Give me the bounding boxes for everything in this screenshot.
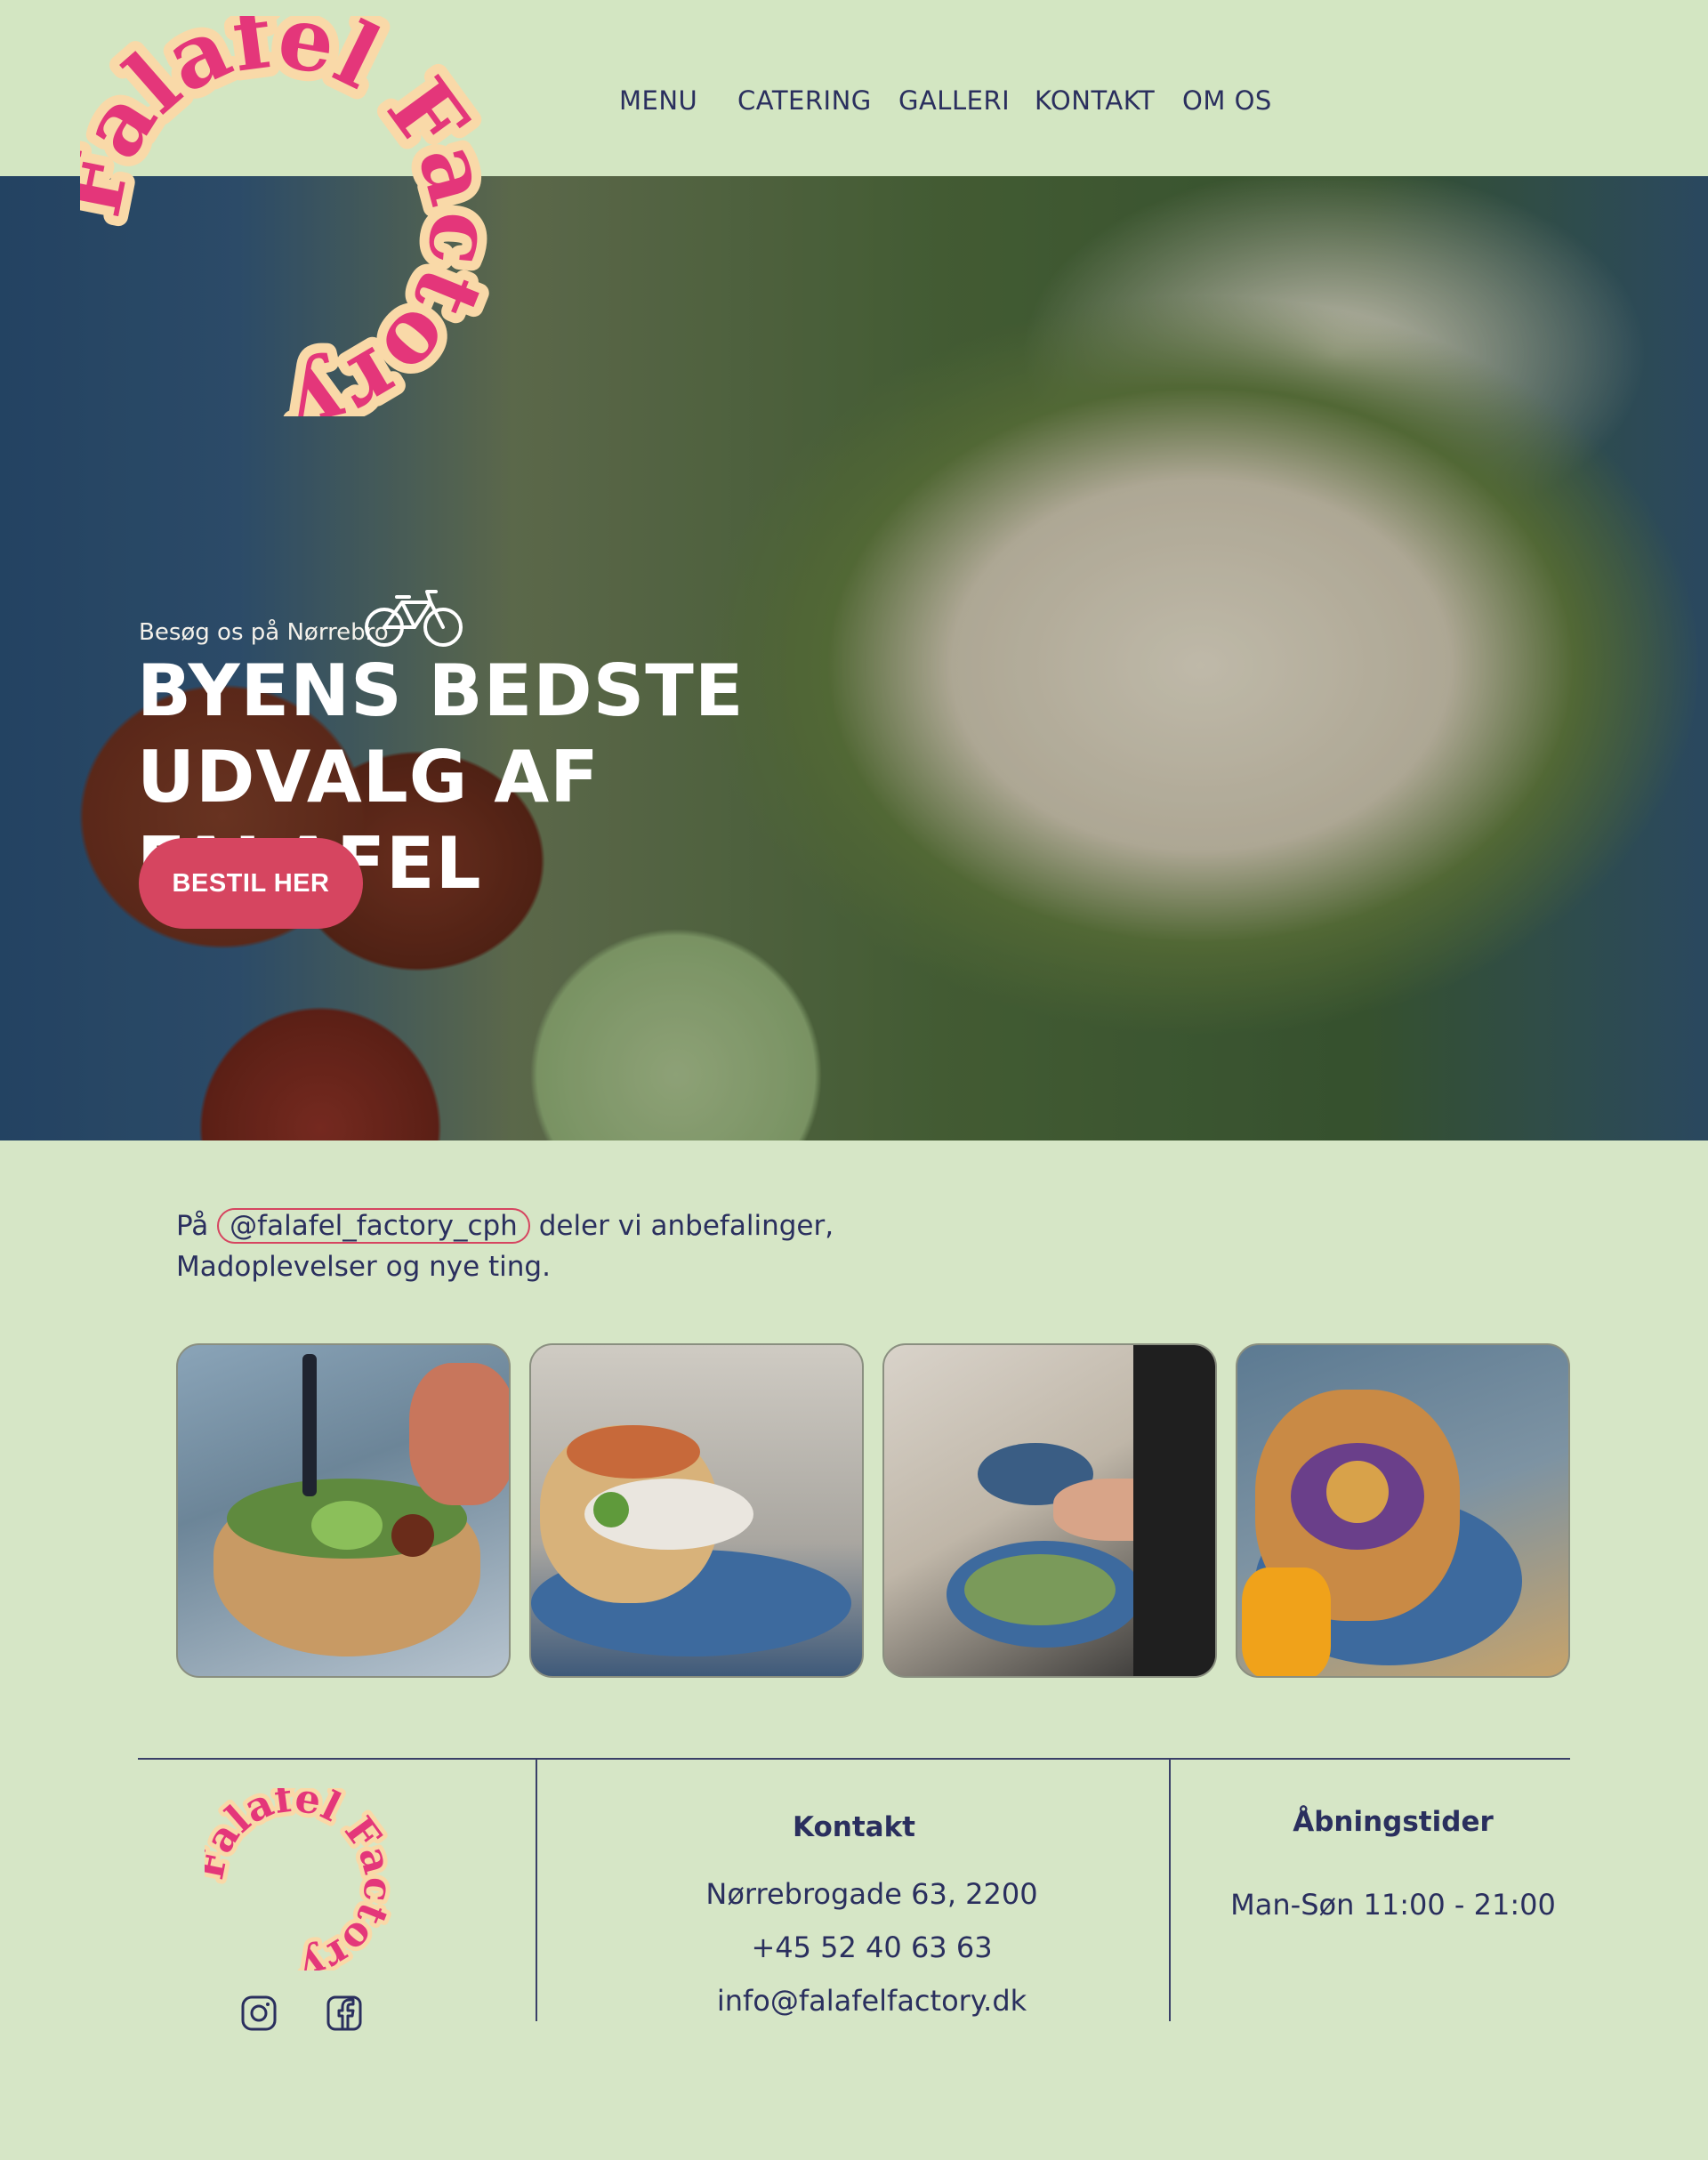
table-photo[interactable] <box>882 1343 1217 1678</box>
svg-text:Falafel Factory: Falafel Factory <box>80 16 489 416</box>
contact-address: Nørrebrogade 63, 2200 <box>705 1877 1038 1911</box>
contact-phone[interactable]: +45 52 40 63 63 <box>623 1930 1121 1964</box>
nav-item-kontakt[interactable]: KONTAKT <box>1035 85 1155 116</box>
bowl-photo[interactable] <box>176 1343 511 1678</box>
instagram-intro: På @falafel_factory_cph deler vi anbefal… <box>176 1205 977 1287</box>
svg-text:Falafel Factory: Falafel Factory <box>205 1788 391 1971</box>
nav-item-catering[interactable]: CATERING <box>737 85 872 116</box>
instagram-gallery <box>176 1343 1571 1678</box>
instagram-icon[interactable] <box>240 1995 278 2032</box>
intro-prefix: På <box>176 1210 209 1242</box>
hero-title-line1: BYENS BEDSTE <box>137 649 745 732</box>
hero-subtitle: Besøg os på Nørrebro <box>139 619 389 646</box>
footer-column-divider-1 <box>536 1758 537 2021</box>
logo-text: Falafel Factory <box>80 16 489 416</box>
facebook-icon[interactable] <box>326 1995 363 2032</box>
burger-photo[interactable] <box>1236 1343 1570 1678</box>
order-button[interactable]: BESTIL HER <box>139 838 363 929</box>
pita-photo[interactable] <box>529 1343 864 1678</box>
instagram-handle-link[interactable]: @falafel_factory_cph <box>217 1208 530 1244</box>
footer-divider <box>138 1758 1570 1760</box>
footer-logo[interactable]: Falafel Factory Falafel Factory <box>205 1788 391 1971</box>
opening-hours-heading: Åbningstider <box>1293 1806 1494 1838</box>
opening-hours-text: Man-Søn 11:00 - 21:00 <box>1230 1888 1556 1922</box>
contact-email[interactable]: info@falafelfactory.dk <box>623 1984 1121 2018</box>
nav-item-om-os[interactable]: OM OS <box>1182 85 1272 116</box>
falafel-factory-logo[interactable]: Falafel Factory Falafel Factory <box>80 16 489 416</box>
intro-suffix: deler vi anbefalinger, <box>538 1210 834 1242</box>
bicycle-icon <box>365 590 463 647</box>
intro-line2: Madoplevelser og nye ting. <box>176 1251 551 1283</box>
footer-logo-text: Falafel Factory <box>205 1788 391 1971</box>
nav-item-galleri[interactable]: GALLERI <box>898 85 1010 116</box>
nav-item-menu[interactable]: MENU <box>619 85 697 116</box>
contact-heading: Kontakt <box>792 1811 916 1843</box>
footer-column-divider-2 <box>1169 1758 1171 2021</box>
